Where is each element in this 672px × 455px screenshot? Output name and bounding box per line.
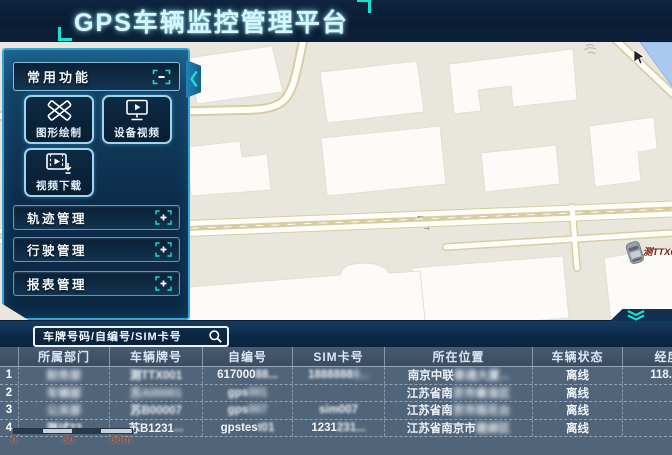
table-row[interactable]: 1财务部测TTX00161700088...18888888...南京中联泰通大…: [0, 367, 672, 385]
table-cell: 18888888...: [293, 367, 385, 384]
section-label: 报表管理: [27, 274, 87, 293]
table-cell: 1231231...: [293, 420, 385, 437]
row-index: 3: [0, 402, 19, 419]
corner-bracket-icon: [58, 27, 72, 41]
panel-header: 常用功能: [13, 62, 180, 91]
minimize-icon[interactable]: [152, 69, 171, 85]
table-row[interactable]: 2车辆部苏A00001gps001 江苏省南京市秦淮区离线: [0, 385, 672, 403]
button-label: 设备视频: [114, 125, 160, 140]
row-index: 2: [0, 385, 19, 402]
vehicle-search-input[interactable]: [35, 331, 203, 343]
map-scale-label: 60m: [110, 434, 132, 446]
table-cell: [623, 420, 672, 437]
column-header[interactable]: 经度: [623, 347, 672, 366]
panel-section-list: 轨迹管理 行驶管理: [13, 205, 180, 296]
video-download-icon: [45, 152, 73, 176]
function-button-grid: 图形绘制 设备视频: [24, 95, 180, 197]
search-box: [33, 326, 229, 347]
map-scale: 0 30 60m: [13, 428, 163, 447]
app-title: GPS车辆监控管理平台: [74, 9, 349, 37]
section-report-management[interactable]: 报表管理: [13, 271, 180, 296]
table-cell: 江苏省南京市秦淮区: [385, 385, 533, 402]
section-driving-management[interactable]: 行驶管理: [13, 237, 180, 262]
app-title-wrap: GPS车辆监控管理平台: [60, 3, 363, 39]
table-cell: 61700088...: [203, 367, 293, 384]
table-cell: 公关部: [19, 402, 110, 419]
column-header[interactable]: 车辆状态: [533, 347, 623, 366]
table-cell: 离线: [533, 367, 623, 384]
chevron-left-icon: [189, 69, 199, 89]
vehicle-marker-label: 测TTX001: [643, 246, 672, 258]
svg-text:←: ←: [416, 210, 425, 220]
app-header: GPS车辆监控管理平台: [0, 0, 672, 42]
search-toolbar: [0, 320, 672, 348]
button-device-video[interactable]: 设备视频: [102, 95, 172, 144]
table-header-row: 所属部门车辆牌号自编号SIM卡号所在位置车辆状态经度: [0, 347, 672, 367]
table-cell: [623, 385, 672, 402]
search-icon[interactable]: [203, 329, 227, 344]
panel-title: 常用功能: [27, 67, 91, 86]
column-header[interactable]: [0, 347, 19, 366]
panel-collapse-tab[interactable]: [186, 60, 201, 98]
device-video-icon: [124, 99, 150, 123]
table-cell: 测TTX001: [110, 367, 203, 384]
column-header[interactable]: 自编号: [203, 347, 293, 366]
section-label: 轨迹管理: [27, 208, 87, 227]
expand-plus-icon[interactable]: [155, 242, 172, 257]
button-label: 图形绘制: [36, 125, 82, 140]
corner-bracket-icon: [357, 0, 371, 13]
map-scale-label: 0: [11, 434, 17, 446]
table-cell: 离线: [533, 402, 623, 419]
table-cell: 苏B00007: [110, 402, 203, 419]
map-scale-label: 30: [62, 434, 74, 446]
section-label: 行驶管理: [27, 240, 87, 259]
table-cell: 118.76: [623, 367, 672, 384]
gps-platform-screen: ← → 测TTX001 GPS车辆监控管理平台 常用功能: [0, 0, 672, 455]
column-header[interactable]: 所属部门: [19, 347, 110, 366]
button-label: 视频下载: [36, 178, 82, 193]
button-video-download[interactable]: 视频下载: [24, 148, 94, 197]
table-cell: 离线: [533, 420, 623, 437]
column-header[interactable]: SIM卡号: [293, 347, 385, 366]
table-cell: sim007: [293, 402, 385, 419]
column-header[interactable]: 所在位置: [385, 347, 533, 366]
table-cell: 车辆部: [19, 385, 110, 402]
double-chevron-down-icon: [626, 310, 646, 321]
table-cell: gpstest01: [203, 420, 293, 437]
table-cell: 江苏省南京市建邺区: [385, 420, 533, 437]
table-cell: gps001: [203, 385, 293, 402]
table-cell: 财务部: [19, 367, 110, 384]
table-row[interactable]: 3公关部苏B00007gps007sim007江苏省南京市雨花台离线: [0, 402, 672, 420]
table-cell: 离线: [533, 385, 623, 402]
section-track-management[interactable]: 轨迹管理: [13, 205, 180, 230]
expand-plus-icon[interactable]: [155, 210, 172, 225]
draw-graphics-icon: [46, 99, 73, 123]
table-cell: 南京中联泰通大厦...: [385, 367, 533, 384]
table-cell: gps007: [203, 402, 293, 419]
table-cell: 江苏省南京市雨花台: [385, 402, 533, 419]
column-header[interactable]: 车辆牌号: [110, 347, 203, 366]
table-cell: [293, 385, 385, 402]
table-cell: 苏A00001: [110, 385, 203, 402]
table-cell: [623, 402, 672, 419]
svg-text:→: →: [422, 222, 431, 232]
function-panel: 常用功能 图形绘制: [2, 48, 190, 320]
button-draw-graphics[interactable]: 图形绘制: [24, 95, 94, 144]
expand-plus-icon[interactable]: [155, 276, 172, 291]
row-index: 1: [0, 367, 19, 384]
